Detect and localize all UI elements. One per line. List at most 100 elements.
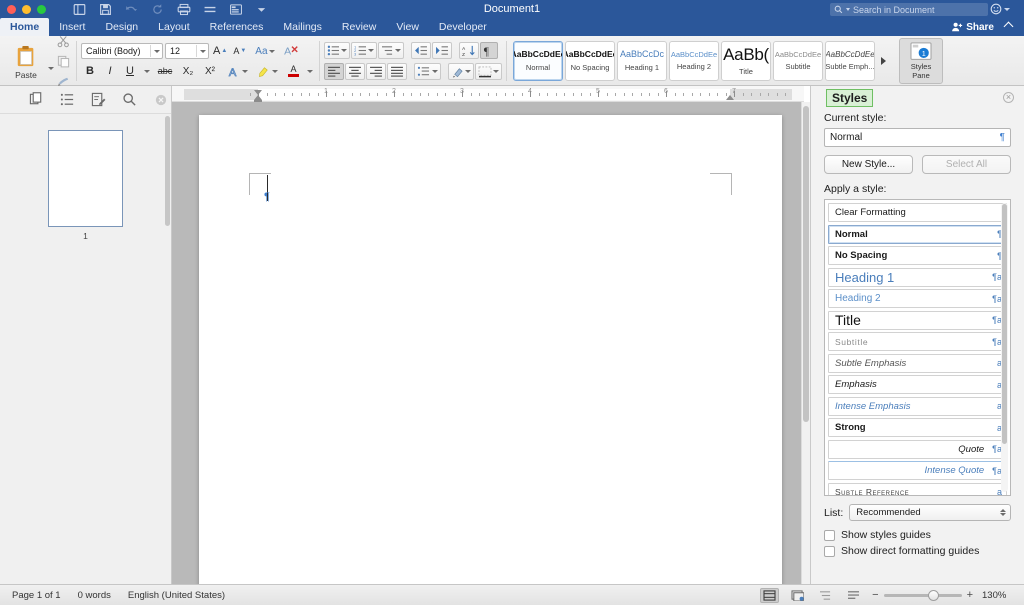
copy-button[interactable] [55, 53, 72, 70]
font-color-caret-icon[interactable] [307, 70, 313, 73]
tab-mailings[interactable]: Mailings [273, 18, 332, 36]
tab-design[interactable]: Design [95, 18, 148, 36]
bullets-button[interactable] [324, 42, 350, 59]
zoom-in-button[interactable]: + [967, 589, 973, 601]
multilevel-list-button[interactable] [378, 42, 404, 59]
font-name-caret-icon[interactable] [154, 50, 160, 53]
gallery-style-subtitle[interactable]: AaBbCcDdEe Subtitle [773, 41, 823, 81]
close-nav-icon[interactable] [152, 91, 169, 108]
feedback-caret-icon[interactable] [1004, 8, 1010, 11]
zoom-track[interactable] [884, 594, 962, 597]
customize-caret-icon[interactable] [254, 2, 269, 17]
clear-formatting-button[interactable]: A [282, 43, 302, 60]
numbering-caret-icon[interactable] [368, 49, 374, 52]
print-layout-view-icon[interactable] [760, 588, 779, 603]
underline-options-button[interactable] [141, 63, 152, 80]
document-map-icon[interactable] [59, 91, 76, 108]
strikethrough-button[interactable]: abc [154, 63, 176, 80]
style-list-item[interactable]: No Spacing¶ [828, 246, 1007, 265]
new-document-icon[interactable] [72, 2, 87, 17]
undo-icon[interactable] [124, 2, 139, 17]
underline-caret-icon[interactable] [144, 70, 150, 73]
web-layout-view-icon[interactable] [788, 588, 807, 603]
increase-indent-button[interactable] [432, 42, 452, 59]
style-list-item[interactable]: Heading 1¶a [828, 268, 1007, 287]
close-window-button[interactable] [7, 5, 16, 14]
zoom-level[interactable]: 130% [982, 590, 1012, 601]
search-scope-caret-icon[interactable] [846, 8, 850, 11]
borders-button[interactable] [475, 63, 502, 80]
shading-button[interactable] [448, 63, 474, 80]
tab-home[interactable]: Home [0, 18, 49, 36]
text-effects-caret-icon[interactable] [242, 70, 248, 73]
style-list-item[interactable]: Normal¶ [828, 225, 1007, 244]
style-list-item[interactable]: Subtle Referencea [828, 483, 1007, 497]
tab-review[interactable]: Review [332, 18, 386, 36]
word-count[interactable]: 0 words [78, 590, 111, 601]
gallery-style-title[interactable]: AaBb( Title [721, 41, 771, 81]
tab-developer[interactable]: Developer [429, 18, 497, 36]
maximize-window-button[interactable] [37, 5, 46, 14]
show-styles-guides-checkbox[interactable] [824, 530, 835, 541]
minimize-window-button[interactable] [22, 5, 31, 14]
zoom-out-button[interactable]: − [872, 589, 878, 601]
paste-button[interactable]: Paste [4, 43, 48, 80]
numbering-button[interactable]: 123 [351, 42, 377, 59]
list-filter-select[interactable]: Recommended [849, 504, 1011, 521]
underline-button[interactable]: U [121, 63, 139, 80]
format-lines-icon[interactable] [202, 2, 217, 17]
align-right-button[interactable] [366, 63, 386, 80]
tab-view[interactable]: View [386, 18, 429, 36]
change-case-button[interactable]: Aa [253, 43, 276, 60]
feedback-menu[interactable] [990, 3, 1010, 15]
right-indent-marker[interactable] [726, 95, 734, 100]
style-list-item[interactable]: Stronga [828, 418, 1007, 437]
bold-button[interactable]: B [81, 63, 99, 80]
superscript-button[interactable]: X² [200, 63, 220, 80]
style-list-item[interactable]: Clear Formatting [828, 203, 1007, 222]
search-input[interactable]: Search in Document [830, 3, 988, 16]
list-stepper-icon[interactable] [1000, 509, 1006, 516]
document-vertical-scrollbar[interactable] [801, 102, 810, 584]
style-list-scrollbar[interactable] [1001, 203, 1008, 492]
document-scroll-thumb[interactable] [803, 106, 809, 422]
zoom-knob[interactable] [928, 590, 939, 601]
font-color-options-button[interactable] [304, 63, 315, 80]
font-name-combo[interactable]: Calibri (Body) [81, 43, 163, 59]
current-style-value-box[interactable]: Normal ¶ [824, 128, 1011, 147]
style-list-item[interactable]: Intense Emphasisa [828, 397, 1007, 416]
redo-icon[interactable] [150, 2, 165, 17]
horizontal-ruler[interactable]: 1234567 [172, 86, 804, 102]
gallery-style-normal[interactable]: AaBbCcDdEe Normal [513, 41, 563, 81]
style-list[interactable]: Clear Formatting Normal¶ No Spacing¶ Headin… [824, 199, 1011, 496]
line-spacing-caret-icon[interactable] [432, 70, 438, 73]
font-color-button[interactable]: A [285, 63, 302, 80]
gallery-style-heading-2[interactable]: AaBbCcDdEe Heading 2 [669, 41, 719, 81]
chevron-up-icon[interactable] [1004, 22, 1014, 32]
styles-quick-icon[interactable] [228, 2, 243, 17]
decrease-indent-button[interactable] [411, 42, 431, 59]
document-page-1[interactable]: ¶ [199, 115, 782, 584]
font-size-combo[interactable]: 12 [165, 43, 209, 59]
font-size-caret-icon[interactable] [200, 50, 206, 53]
outline-view-icon[interactable] [816, 588, 835, 603]
style-list-item[interactable]: Emphasisa [828, 375, 1007, 394]
nav-scroll-thumb[interactable] [165, 116, 170, 226]
align-center-button[interactable] [345, 63, 365, 80]
style-list-item[interactable]: Subtle Emphasisa [828, 354, 1007, 373]
styles-pane-button[interactable]: 1 Styles Pane [899, 38, 943, 84]
line-spacing-button[interactable] [414, 63, 441, 80]
tab-layout[interactable]: Layout [148, 18, 200, 36]
page-thumbnail-1[interactable] [48, 130, 123, 227]
thumbnails-view-icon[interactable] [28, 91, 45, 108]
show-styles-guides-row[interactable]: Show styles guides [824, 529, 1011, 541]
style-list-item[interactable]: Title¶a [828, 311, 1007, 330]
style-list-item[interactable]: Quote¶a [828, 440, 1007, 459]
language-indicator[interactable]: English (United States) [128, 590, 225, 601]
new-style-button[interactable]: New Style... [824, 155, 913, 174]
italic-button[interactable]: I [101, 63, 119, 80]
print-icon[interactable] [176, 2, 191, 17]
style-list-scroll-thumb[interactable] [1002, 204, 1007, 444]
shrink-font-button[interactable]: A ▼ [231, 43, 248, 60]
shading-caret-icon[interactable] [465, 70, 471, 73]
